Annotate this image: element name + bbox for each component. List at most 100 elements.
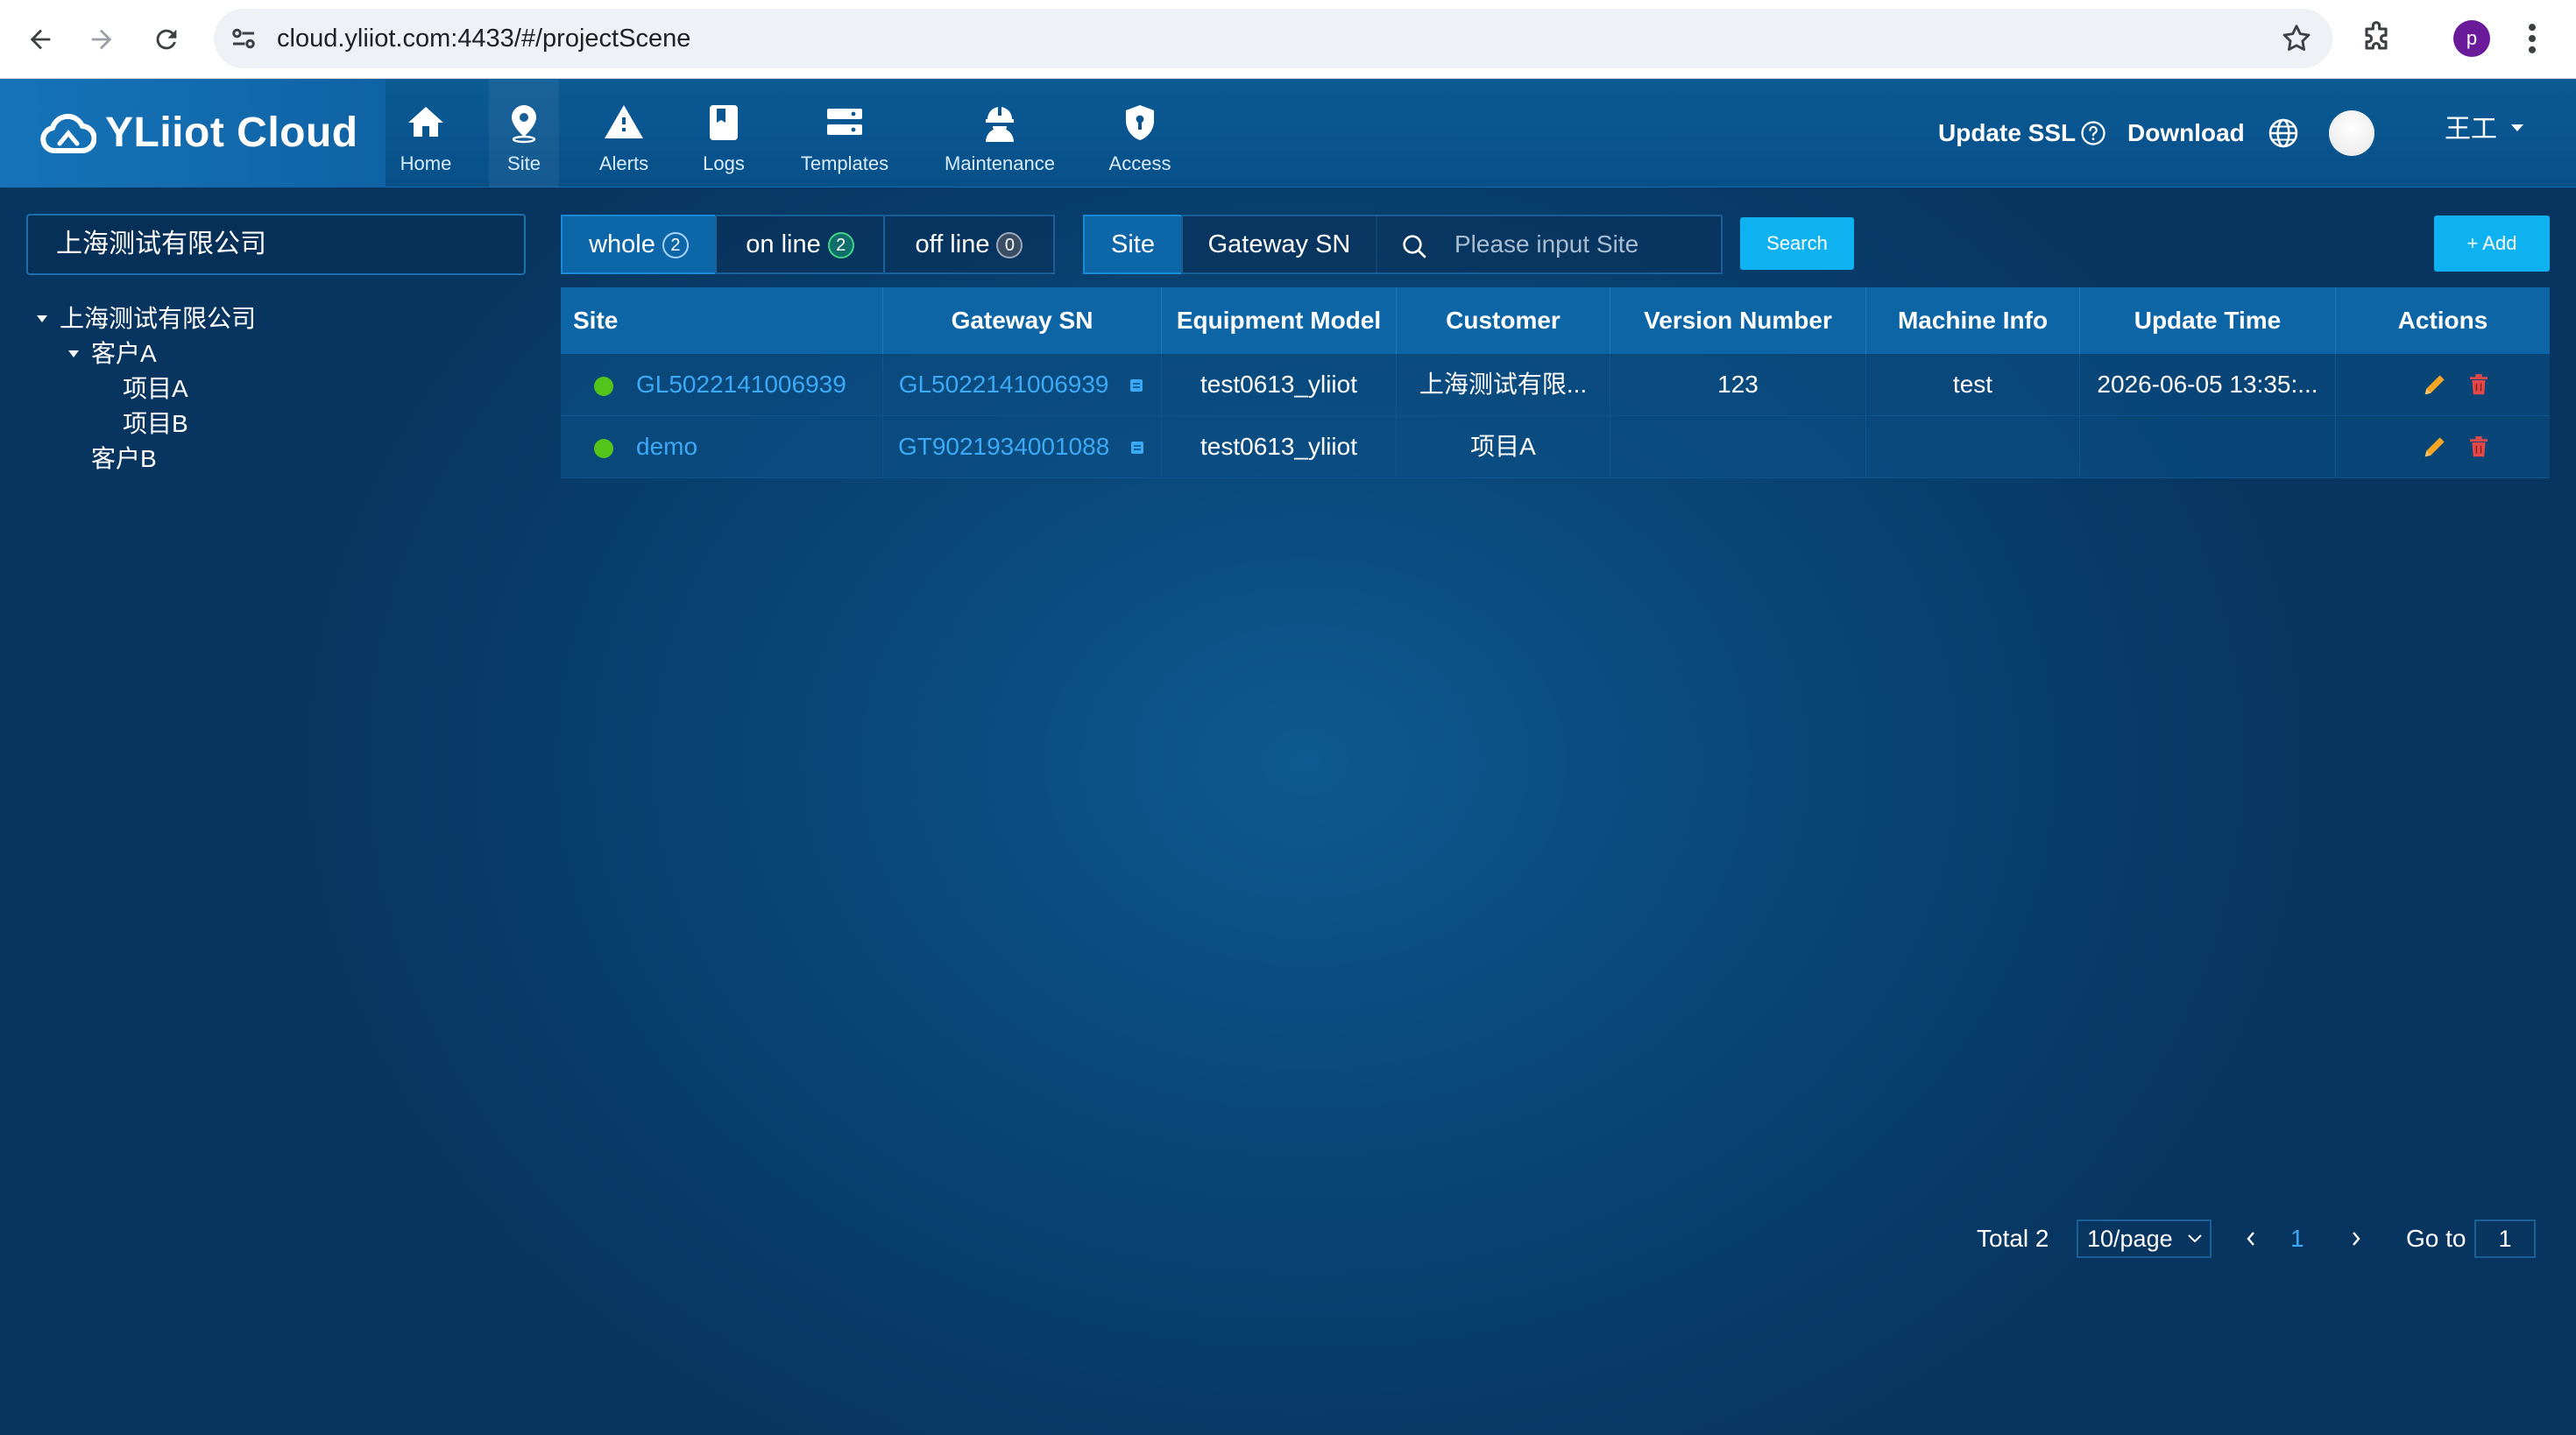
bookmark-star-icon[interactable]	[2280, 22, 2313, 55]
server-stack-icon	[827, 109, 862, 135]
app-header: YLiiot Cloud Home Site Alerts Logs Templ…	[0, 79, 2576, 187]
tab-label: on line	[746, 230, 821, 258]
nav-site-label: Site	[507, 152, 541, 174]
machine-info-cell: test	[1866, 354, 2080, 415]
column-header-machine-info: Machine Info	[1866, 287, 2080, 354]
actions-cell	[2336, 416, 2550, 477]
reload-icon[interactable]	[144, 17, 189, 62]
chevron-down-icon	[2188, 1234, 2202, 1243]
user-dropdown-caret-icon[interactable]	[2509, 123, 2525, 133]
tab-whole[interactable]: whole 2	[561, 215, 717, 274]
tab-label: off line	[915, 230, 990, 258]
pagination-total: Total 2	[1977, 1225, 2049, 1252]
browser-profile-avatar[interactable]: p	[2453, 20, 2490, 57]
company-select[interactable]: 上海测试有限公司	[26, 214, 526, 275]
nav-site[interactable]: Site	[489, 79, 559, 187]
browser-menu-icon[interactable]	[2523, 19, 2541, 58]
site-link[interactable]: GL5022141006939	[561, 354, 883, 415]
count-badge: 0	[996, 232, 1023, 258]
goto-page-input[interactable]	[2474, 1219, 2536, 1258]
nav-alerts-label: Alerts	[598, 152, 649, 174]
edit-pencil-icon[interactable]	[2422, 371, 2448, 398]
copy-icon[interactable]	[1128, 377, 1145, 394]
page-size-value: 10/page	[2087, 1226, 2173, 1252]
tree-node-customer-b[interactable]: 客户B	[91, 442, 157, 477]
forward-arrow-icon[interactable]	[79, 17, 124, 62]
tree-node-label: 客户B	[91, 445, 157, 472]
nav-logs-label: Logs	[703, 152, 745, 174]
tree-node-project-b[interactable]: 项目B	[123, 406, 188, 442]
search-box	[1376, 215, 1723, 274]
nav-home[interactable]: Home	[391, 79, 461, 187]
cloud-logo-icon	[40, 113, 96, 153]
extensions-puzzle-icon[interactable]	[2357, 19, 2396, 58]
search-field-gateway-sn[interactable]: Gateway SN	[1181, 215, 1377, 274]
page-number-current[interactable]: 1	[2290, 1219, 2304, 1258]
nav-logs[interactable]: Logs	[689, 79, 759, 187]
table-header: Site Gateway SN Equipment Model Customer…	[561, 287, 2550, 354]
column-header-actions: Actions	[2397, 307, 2488, 334]
nav-alerts[interactable]: Alerts	[589, 79, 659, 187]
tree-node-project-a[interactable]: 项目A	[123, 371, 188, 406]
add-button[interactable]: + Add	[2434, 216, 2550, 272]
column-header-version-number: Version Number	[1610, 287, 1866, 354]
search-input[interactable]	[1454, 216, 1709, 272]
nav-templates-label: Templates	[800, 152, 889, 174]
page-size-select[interactable]: 10/page	[2077, 1219, 2212, 1258]
update-time-cell	[2080, 416, 2336, 477]
gateway-sn-link[interactable]: GL5022141006939	[899, 371, 1109, 398]
customer-cell: 项目A	[1397, 416, 1610, 477]
tree-node-label: 项目A	[123, 375, 188, 402]
version-number-cell: 123	[1610, 354, 1866, 415]
tab-offline[interactable]: off line 0	[883, 215, 1055, 274]
address-bar[interactable]: cloud.yliiot.com:4433/#/projectScene	[214, 9, 2332, 68]
actions-cell	[2336, 354, 2550, 415]
delete-trash-icon[interactable]	[2466, 371, 2492, 398]
version-number-cell	[1610, 416, 1866, 477]
next-page-chevron-icon[interactable]	[2343, 1219, 2369, 1258]
prev-page-chevron-icon[interactable]	[2238, 1219, 2264, 1258]
nav-access[interactable]: Access	[1100, 79, 1179, 187]
tree-node-company[interactable]: 上海测试有限公司	[37, 301, 256, 336]
site-link[interactable]: demo	[561, 416, 883, 477]
edit-pencil-icon[interactable]	[2422, 434, 2448, 460]
customer-cell: 上海测试有限...	[1397, 354, 1610, 415]
site-table: Site Gateway SN Equipment Model Customer…	[561, 287, 2550, 478]
browser-toolbar: cloud.yliiot.com:4433/#/projectScene p	[0, 0, 2576, 79]
tree-node-label: 上海测试有限公司	[60, 305, 257, 332]
home-icon	[408, 107, 443, 137]
copy-icon[interactable]	[1129, 439, 1146, 456]
language-globe-icon[interactable]	[2268, 117, 2299, 149]
tree-expand-caret-icon[interactable]	[37, 315, 47, 322]
user-name[interactable]: 王工	[2445, 79, 2497, 187]
search-field-site[interactable]: Site	[1083, 215, 1183, 274]
equipment-model-cell: test0613_yliiot	[1162, 354, 1397, 415]
update-ssl-link[interactable]: Update SSL	[1938, 79, 2076, 187]
tab-online[interactable]: on line 2	[715, 215, 885, 274]
count-badge: 2	[827, 232, 854, 258]
location-pin-icon	[512, 105, 536, 144]
tree-node-label: 项目B	[123, 410, 188, 437]
tree-node-customer-a[interactable]: 客户A	[68, 336, 157, 371]
book-icon	[710, 105, 738, 140]
tree-expand-caret-icon[interactable]	[68, 350, 79, 357]
user-avatar[interactable]	[2329, 110, 2374, 156]
table-row: GL5022141006939 GL5022141006939 test0613…	[561, 354, 2550, 416]
update-time-cell: 2026-06-05 13:35:...	[2080, 354, 2336, 415]
url-text: cloud.yliiot.com:4433/#/projectScene	[277, 25, 691, 53]
goto-label: Go to	[2406, 1225, 2466, 1252]
help-circle-icon[interactable]	[2080, 120, 2106, 146]
warning-triangle-icon	[605, 105, 643, 138]
gateway-sn-link[interactable]: GT9021934001088	[898, 433, 1109, 460]
site-settings-icon[interactable]	[228, 23, 259, 54]
search-button[interactable]: Search	[1740, 217, 1854, 270]
delete-trash-icon[interactable]	[2466, 434, 2492, 460]
brand-logo[interactable]: YLiiot Cloud	[0, 79, 386, 187]
download-link[interactable]: Download	[2127, 79, 2245, 187]
nav-maintenance[interactable]: Maintenance	[938, 79, 1062, 187]
search-icon	[1403, 235, 1426, 258]
back-arrow-icon[interactable]	[18, 17, 63, 62]
nav-access-label: Access	[1108, 152, 1171, 174]
column-header-customer: Customer	[1397, 287, 1610, 354]
nav-templates[interactable]: Templates	[792, 79, 897, 187]
